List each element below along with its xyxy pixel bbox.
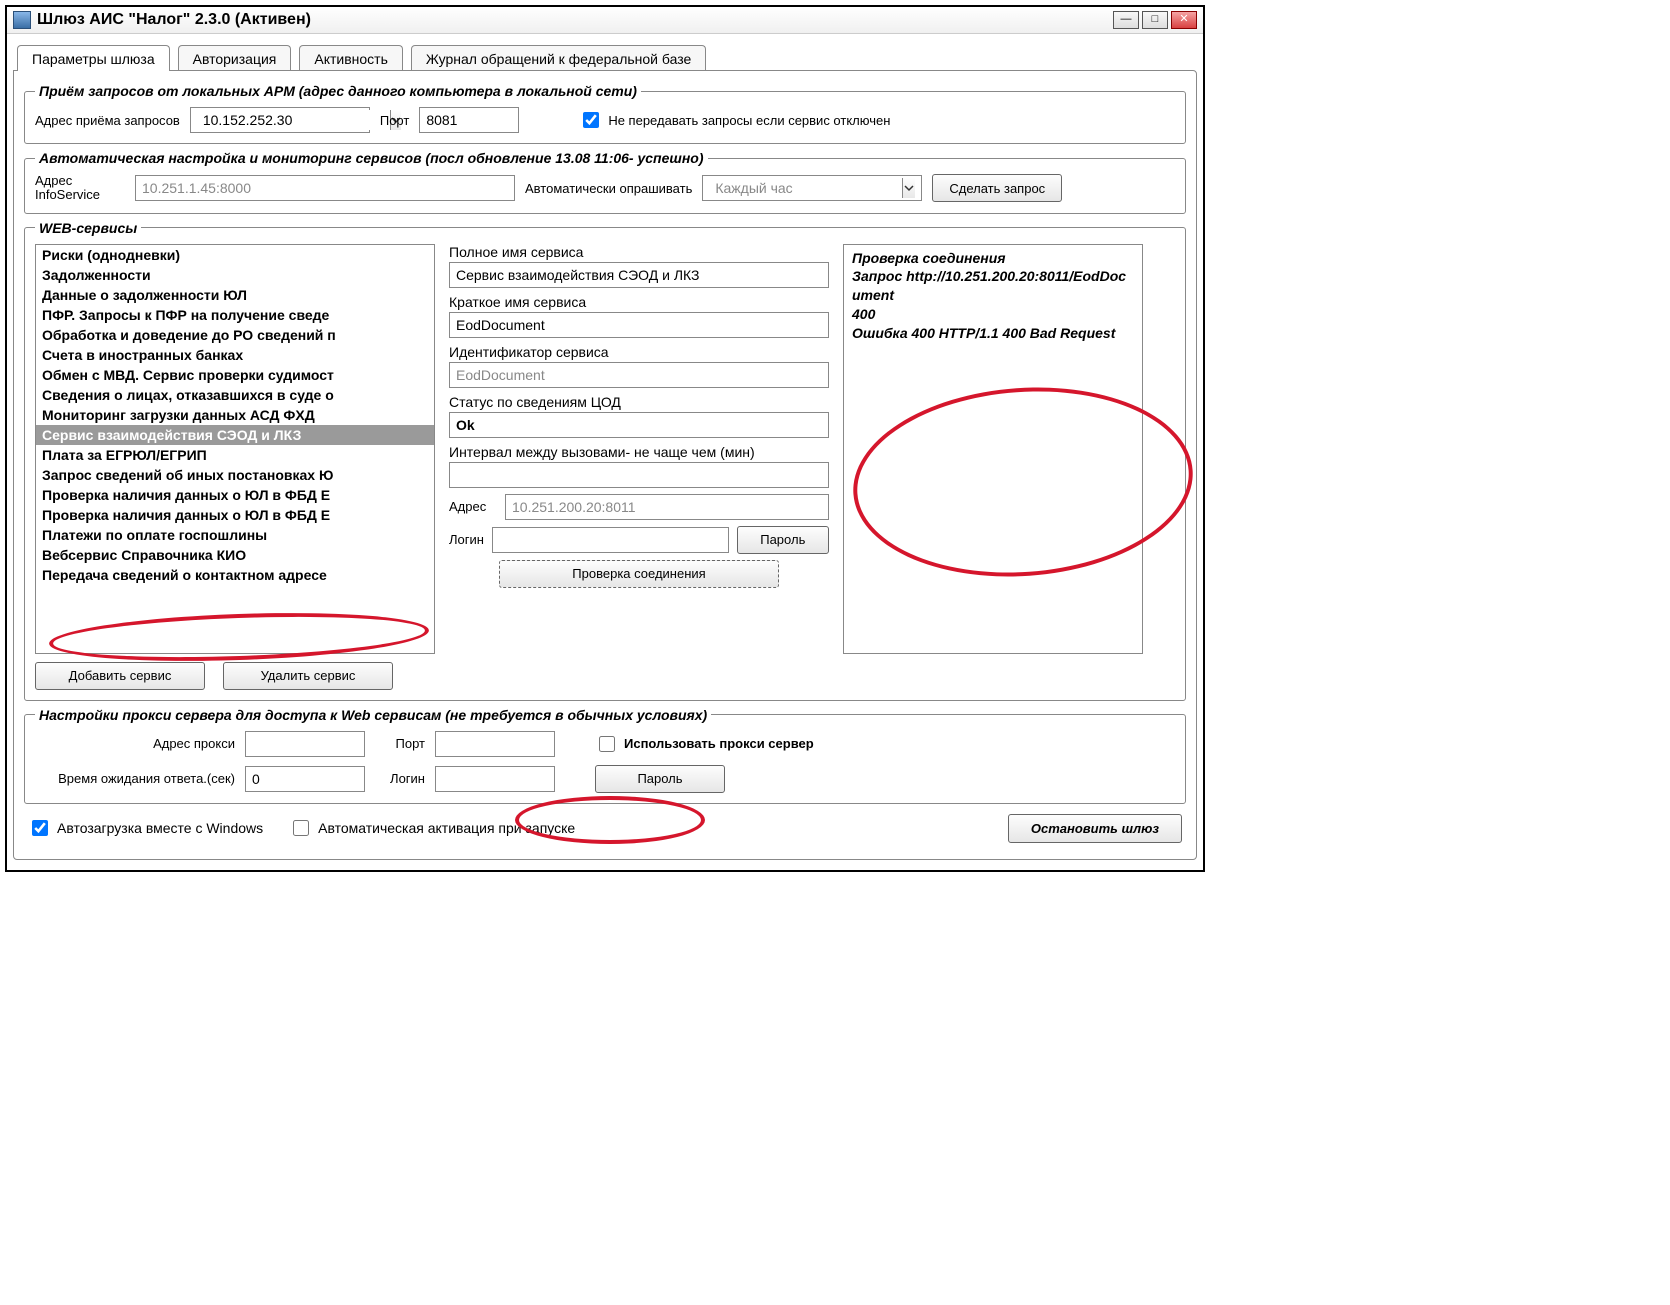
proxy-port-input[interactable] xyxy=(435,731,555,757)
list-item[interactable]: Риски (однодневки) xyxy=(36,245,434,265)
list-item[interactable]: Мониторинг загрузки данных АСД ФХД xyxy=(36,405,434,425)
svc-id-label: Идентификатор сервиса xyxy=(449,344,829,360)
list-item[interactable]: Проверка наличия данных о ЮЛ в ФБД Е xyxy=(36,485,434,505)
list-item[interactable]: Запрос сведений об иных постановках Ю xyxy=(36,465,434,485)
connection-log: Проверка соединенияЗапрос http://10.251.… xyxy=(843,244,1143,654)
list-item[interactable]: Задолженности xyxy=(36,265,434,285)
proxy-addr-label: Адрес прокси xyxy=(35,736,235,751)
proxy-password-button[interactable]: Пароль xyxy=(595,765,725,793)
group-proxy: Настройки прокси сервера для доступа к W… xyxy=(24,707,1186,804)
chevron-down-icon[interactable] xyxy=(902,178,915,198)
group-receive-legend: Приём запросов от локальных АРМ (адрес д… xyxy=(35,83,641,99)
proxy-login-label: Логин xyxy=(375,771,425,786)
svc-addr-input[interactable] xyxy=(505,494,829,520)
auto-poll-combo[interactable] xyxy=(702,175,922,201)
list-item[interactable]: Проверка наличия данных о ЮЛ в ФБД Е xyxy=(36,505,434,525)
list-item[interactable]: Обработка и доведение до РО сведений п xyxy=(36,325,434,345)
autostart-label: Автозагрузка вместе с Windows xyxy=(57,820,263,836)
list-item[interactable]: Счета в иностранных банках xyxy=(36,345,434,365)
group-webservices: WEB-сервисы Риски (однодневки)Задолженно… xyxy=(24,220,1186,701)
minimize-button[interactable]: — xyxy=(1113,11,1139,29)
list-item[interactable]: Обмен с МВД. Сервис проверки судимост xyxy=(36,365,434,385)
svc-interval-input[interactable] xyxy=(449,462,829,488)
titlebar: Шлюз АИС "Налог" 2.3.0 (Активен) — □ ✕ xyxy=(7,7,1203,34)
group-receive: Приём запросов от локальных АРМ (адрес д… xyxy=(24,83,1186,144)
recv-port-input[interactable] xyxy=(419,107,519,133)
list-item[interactable]: ПФР. Запросы к ПФР на получение сведе xyxy=(36,305,434,325)
proxy-addr-input[interactable] xyxy=(245,731,365,757)
auto-poll-label: Автоматически опрашивать xyxy=(525,181,692,196)
svc-interval-label: Интервал между вызовами- не чаще чем (ми… xyxy=(449,444,829,460)
group-autoconfig: Автоматическая настройка и мониторинг се… xyxy=(24,150,1186,214)
list-item[interactable]: Сведения о лицах, отказавшихся в суде о xyxy=(36,385,434,405)
proxy-timeout-input[interactable] xyxy=(245,766,365,792)
list-item[interactable]: Передача сведений о контактном адресе xyxy=(36,565,434,585)
app-icon xyxy=(13,11,31,29)
svc-login-label: Логин xyxy=(449,532,484,547)
svc-login-input[interactable] xyxy=(492,527,729,553)
list-item[interactable]: Вебсервис Справочника КИО xyxy=(36,545,434,565)
group-proxy-legend: Настройки прокси сервера для доступа к W… xyxy=(35,707,711,723)
list-item[interactable]: Сервис взаимодействия СЭОД и ЛКЗ xyxy=(36,425,434,445)
autostart-checkbox[interactable] xyxy=(32,820,48,836)
app-window: Шлюз АИС "Налог" 2.3.0 (Активен) — □ ✕ П… xyxy=(5,5,1205,872)
svc-status-input[interactable] xyxy=(449,412,829,438)
auto-poll-input[interactable] xyxy=(709,178,902,198)
tab-journal[interactable]: Журнал обращений к федеральной базе xyxy=(411,45,706,71)
add-service-button[interactable]: Добавить сервис xyxy=(35,662,205,690)
close-button[interactable]: ✕ xyxy=(1171,11,1197,29)
recv-addr-label: Адрес приёма запросов xyxy=(35,113,180,128)
auto-addr-input[interactable] xyxy=(135,175,515,201)
recv-port-label: Порт xyxy=(380,113,409,128)
svc-status-label: Статус по сведениям ЦОД xyxy=(449,394,829,410)
footer: Автозагрузка вместе с Windows Автоматиче… xyxy=(28,814,1182,843)
auto-addr-label: Адрес InfoService xyxy=(35,174,125,203)
service-listbox[interactable]: Риски (однодневки)ЗадолженностиДанные о … xyxy=(35,244,435,654)
tab-params[interactable]: Параметры шлюза xyxy=(17,45,170,71)
proxy-use-checkbox[interactable] xyxy=(599,736,615,752)
recv-noforward-label: Не передавать запросы если сервис отключ… xyxy=(608,113,890,128)
auto-request-button[interactable]: Сделать запрос xyxy=(932,174,1062,202)
svc-check-connection-button[interactable]: Проверка соединения xyxy=(499,560,779,588)
svc-password-button[interactable]: Пароль xyxy=(737,526,829,554)
svc-addr-label: Адрес xyxy=(449,499,497,514)
svc-id-input xyxy=(449,362,829,388)
window-title: Шлюз АИС "Налог" 2.3.0 (Активен) xyxy=(37,11,311,29)
svc-full-label: Полное имя сервиса xyxy=(449,244,829,260)
tab-bar: Параметры шлюза Авторизация Активность Ж… xyxy=(17,44,1197,70)
recv-noforward-checkbox[interactable] xyxy=(583,112,599,128)
svc-full-input[interactable] xyxy=(449,262,829,288)
recv-addr-combo[interactable] xyxy=(190,107,370,133)
group-autoconfig-legend: Автоматическая настройка и мониторинг се… xyxy=(35,150,708,166)
tab-body: Приём запросов от локальных АРМ (адрес д… xyxy=(13,70,1197,860)
service-form: Полное имя сервиса Краткое имя сервиса И… xyxy=(449,244,829,588)
stop-gateway-button[interactable]: Остановить шлюз xyxy=(1008,814,1182,843)
proxy-use-label: Использовать прокси сервер xyxy=(624,736,814,751)
group-webservices-legend: WEB-сервисы xyxy=(35,220,141,236)
proxy-login-input[interactable] xyxy=(435,766,555,792)
recv-addr-input[interactable] xyxy=(197,110,390,130)
svc-short-input[interactable] xyxy=(449,312,829,338)
window-controls: — □ ✕ xyxy=(1113,11,1197,29)
autoactivate-label: Автоматическая активация при запуске xyxy=(318,820,575,836)
tab-activity[interactable]: Активность xyxy=(299,45,403,71)
delete-service-button[interactable]: Удалить сервис xyxy=(223,662,393,690)
proxy-port-label: Порт xyxy=(375,736,425,751)
svc-short-label: Краткое имя сервиса xyxy=(449,294,829,310)
autoactivate-checkbox[interactable] xyxy=(293,820,309,836)
list-item[interactable]: Данные о задолженности ЮЛ xyxy=(36,285,434,305)
list-item[interactable]: Платежи по оплате госпошлины xyxy=(36,525,434,545)
maximize-button[interactable]: □ xyxy=(1142,11,1168,29)
proxy-timeout-label: Время ожидания ответа.(сек) xyxy=(35,771,235,786)
tab-auth[interactable]: Авторизация xyxy=(178,45,292,71)
list-item[interactable]: Плата за ЕГРЮЛ/ЕГРИП xyxy=(36,445,434,465)
